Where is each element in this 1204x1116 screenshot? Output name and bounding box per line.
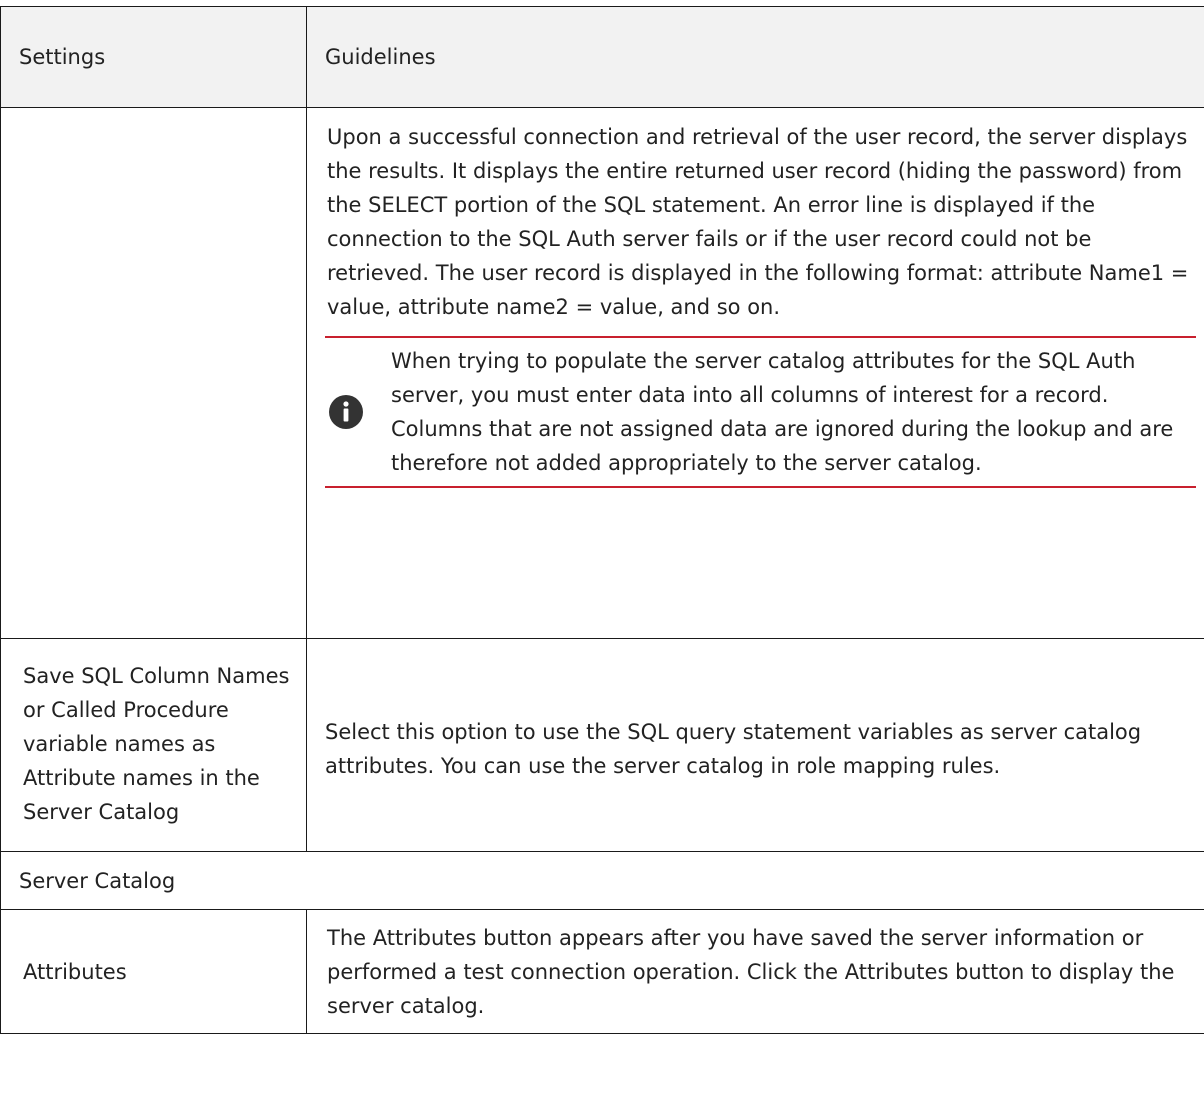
table-row-save-sql-column-names: Save SQL Column Names or Called Procedur… <box>1 639 1204 852</box>
note-box: When trying to populate the server catal… <box>325 336 1196 488</box>
table-row-section-server-catalog: Server Catalog <box>1 852 1204 910</box>
setting-cell-attributes: Attributes <box>1 910 307 1034</box>
settings-column-header: Settings <box>1 7 307 108</box>
guideline-text: Upon a successful connection and retriev… <box>327 120 1194 324</box>
setting-cell-save-sql-column-names: Save SQL Column Names or Called Procedur… <box>1 639 307 852</box>
guideline-cell-test-result: Upon a successful connection and retriev… <box>307 108 1204 639</box>
settings-guidelines-table: Settings Guidelines Upon a successful co… <box>0 6 1204 1034</box>
table-header-row: Settings Guidelines <box>1 7 1204 108</box>
guideline-cell-attributes: The Attributes button appears after you … <box>307 910 1204 1034</box>
setting-cell-empty <box>1 108 307 639</box>
info-icon <box>325 393 387 431</box>
table-row-attributes: Attributes The Attributes button appears… <box>1 910 1204 1034</box>
note-text: When trying to populate the server catal… <box>387 344 1196 480</box>
guideline-cell-save-sql-column-names: Select this option to use the SQL query … <box>307 639 1204 852</box>
table-row-test-result: Upon a successful connection and retriev… <box>1 108 1204 639</box>
section-heading-server-catalog: Server Catalog <box>1 852 1204 910</box>
guidelines-column-header: Guidelines <box>307 7 1204 108</box>
